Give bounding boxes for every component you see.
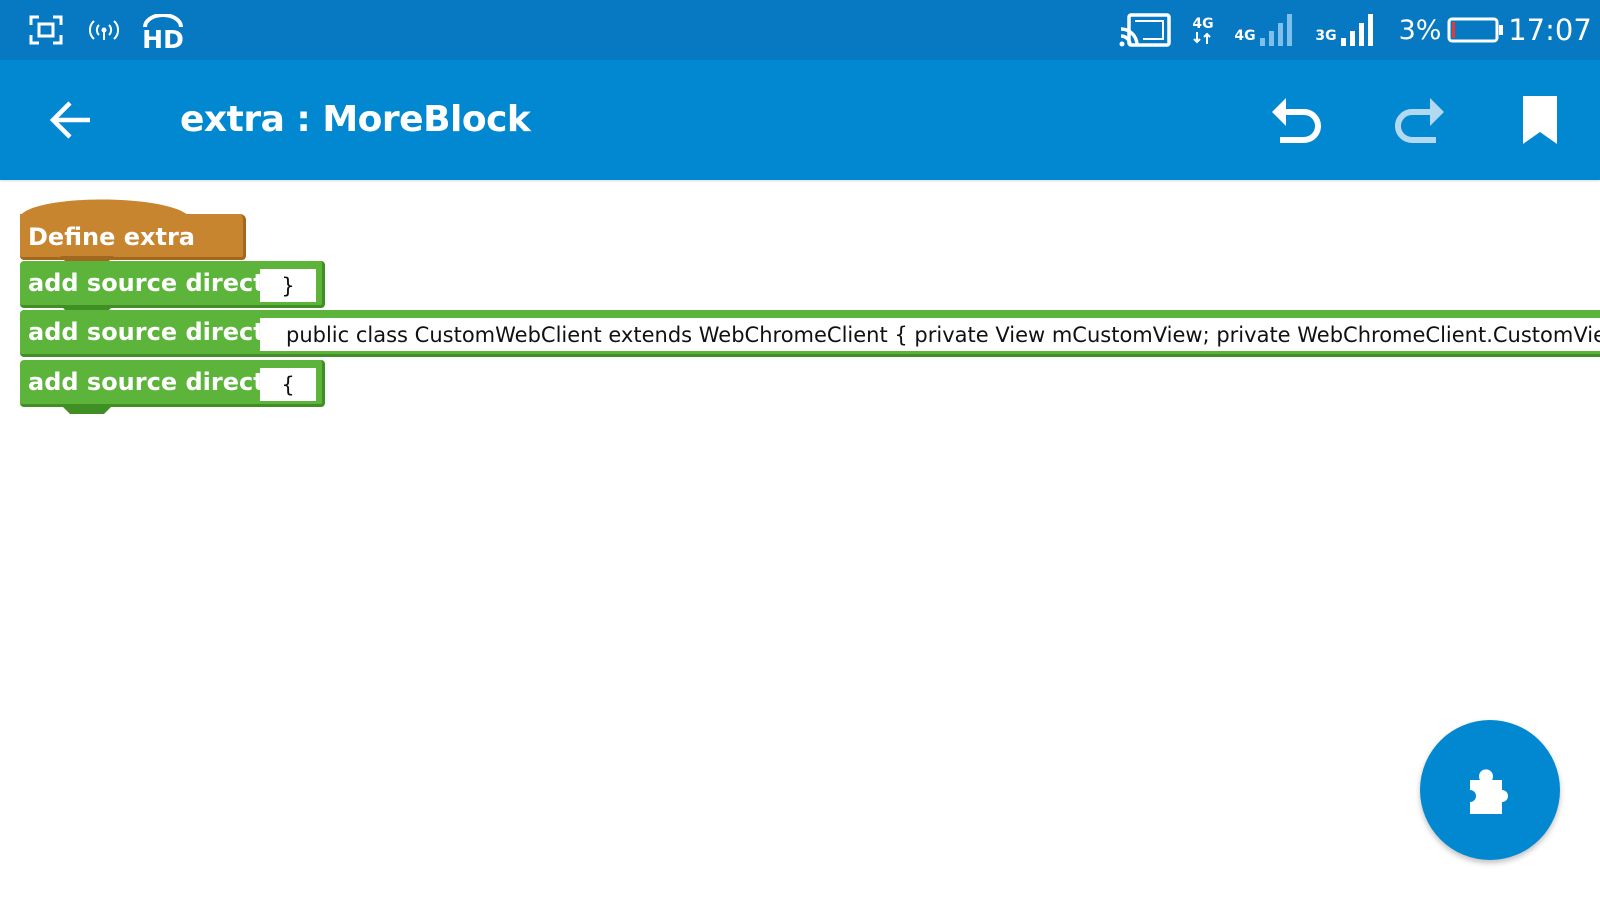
bookmark-icon — [1523, 96, 1557, 144]
data-arrows-icon — [1193, 32, 1211, 44]
time-text: 17:07 — [1508, 13, 1592, 47]
block-label: add source directly — [28, 318, 289, 346]
screenshot-icon — [26, 0, 66, 60]
hd-voice-icon: HD — [140, 0, 186, 60]
battery-percent: 3% — [1398, 0, 1442, 60]
signal-icon — [1259, 14, 1292, 46]
block-notch — [60, 404, 114, 414]
hotspot-icon — [88, 0, 120, 60]
clock: 17:07 — [1508, 0, 1592, 60]
define-block[interactable]: Define extra — [20, 199, 246, 266]
block-label: add source directly — [28, 269, 289, 297]
define-hat-shape — [20, 199, 189, 216]
source-input-3[interactable]: { — [260, 368, 316, 401]
add-source-block-1[interactable]: add source directly } — [20, 261, 325, 315]
lte-indicator: 4G — [1186, 0, 1220, 60]
block-canvas[interactable]: Define extra add source directly } add s… — [0, 180, 1600, 900]
redo-button[interactable] — [1384, 86, 1452, 154]
source-input-1[interactable]: } — [260, 269, 316, 302]
cast-icon — [1118, 0, 1172, 60]
battery-text: 3% — [1398, 14, 1442, 46]
back-button[interactable] — [36, 86, 104, 154]
add-block-fab[interactable] — [1420, 720, 1560, 860]
undo-button[interactable] — [1264, 86, 1332, 154]
page-title: extra : MoreBlock — [180, 99, 531, 140]
battery-icon — [1446, 0, 1504, 60]
bookmark-button[interactable] — [1506, 86, 1574, 154]
source-input-2[interactable]: public class CustomWebClient extends Web… — [260, 318, 1600, 351]
signal-3g: 3G — [1310, 0, 1380, 60]
hd-label: HD — [142, 25, 184, 54]
redo-icon — [1395, 98, 1444, 143]
network-4g-label: 4G — [1234, 28, 1256, 44]
block-label: add source directly — [28, 368, 289, 396]
status-bar: HD 4G 4G 3G 3% 17:07 — [0, 0, 1600, 60]
network-4g-top: 4G — [1192, 16, 1214, 32]
signal-icon — [1340, 14, 1373, 46]
network-3g-label: 3G — [1315, 28, 1337, 44]
signal-4g: 4G — [1232, 0, 1296, 60]
add-source-block-3[interactable]: add source directly { — [20, 360, 325, 414]
add-source-block-2[interactable]: add source directly public class CustomW… — [20, 310, 1600, 357]
undo-icon — [1272, 98, 1321, 143]
puzzle-icon — [1470, 769, 1508, 814]
app-bar: extra : MoreBlock — [0, 60, 1600, 180]
define-label: Define extra — [28, 222, 195, 251]
arrow-left-icon — [49, 101, 90, 139]
